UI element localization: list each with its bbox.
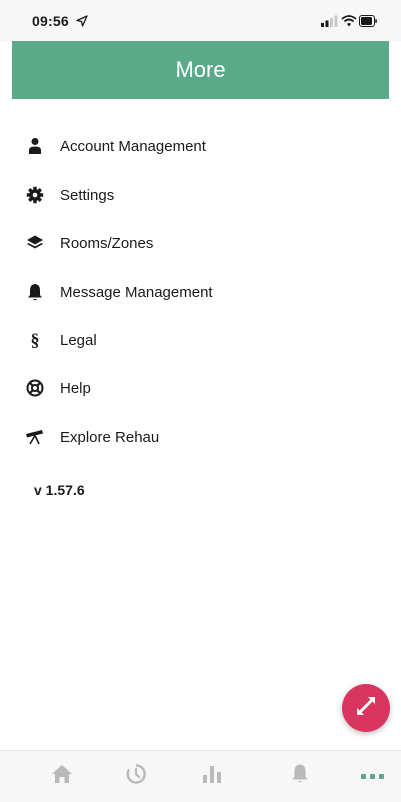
lifebuoy-icon: [24, 377, 46, 399]
page-title: More: [175, 57, 226, 82]
tab-timer[interactable]: [108, 751, 164, 801]
swap-action-button[interactable]: [342, 684, 390, 732]
menu-item-label: Message Management: [60, 283, 213, 301]
gear-icon: [24, 184, 46, 206]
swap-arrows-icon: [354, 694, 378, 723]
menu-item-explore-rehau[interactable]: Explore Rehau: [24, 422, 364, 452]
bar-chart-icon: [201, 764, 223, 789]
telescope-icon: [24, 426, 46, 448]
menu-item-label: Settings: [60, 186, 115, 204]
menu-item-account-management[interactable]: Account Management: [24, 131, 364, 161]
location-arrow-icon: [76, 14, 88, 32]
menu-item-message-management[interactable]: Message Management: [24, 277, 364, 307]
menu-item-label: Rooms/Zones: [60, 234, 154, 252]
layers-icon: [24, 232, 46, 254]
bottom-tab-bar: [0, 750, 401, 802]
home-icon: [51, 764, 73, 789]
wifi-icon: [341, 15, 357, 27]
menu-item-label: Account Management: [60, 137, 206, 155]
bell-icon: [24, 281, 46, 303]
battery-icon: [359, 15, 377, 27]
menu-item-help[interactable]: Help: [24, 373, 364, 403]
menu-item-label: Legal: [60, 331, 97, 349]
tab-notifications[interactable]: [272, 751, 328, 801]
tab-statistics[interactable]: [184, 751, 240, 801]
status-bar: 09:56: [0, 0, 401, 41]
tab-more[interactable]: [345, 751, 401, 801]
menu-item-legal[interactable]: § Legal: [24, 325, 364, 355]
status-time: 09:56: [32, 13, 69, 29]
section-sign-icon: §: [30, 329, 40, 350]
tab-home[interactable]: [34, 751, 90, 801]
menu-item-settings[interactable]: Settings: [24, 180, 364, 210]
person-icon: [24, 135, 46, 157]
more-dots-icon: [361, 767, 385, 785]
menu-item-label: Explore Rehau: [60, 428, 160, 446]
status-indicators: [321, 14, 377, 28]
app-version: v 1.57.6: [34, 482, 85, 498]
timer-icon: [125, 763, 147, 790]
signal-icon: [321, 15, 338, 27]
bell-icon: [290, 763, 310, 790]
app-header: More: [12, 41, 389, 99]
menu-item-label: Help: [60, 379, 91, 397]
menu-item-rooms-zones[interactable]: Rooms/Zones: [24, 228, 364, 258]
